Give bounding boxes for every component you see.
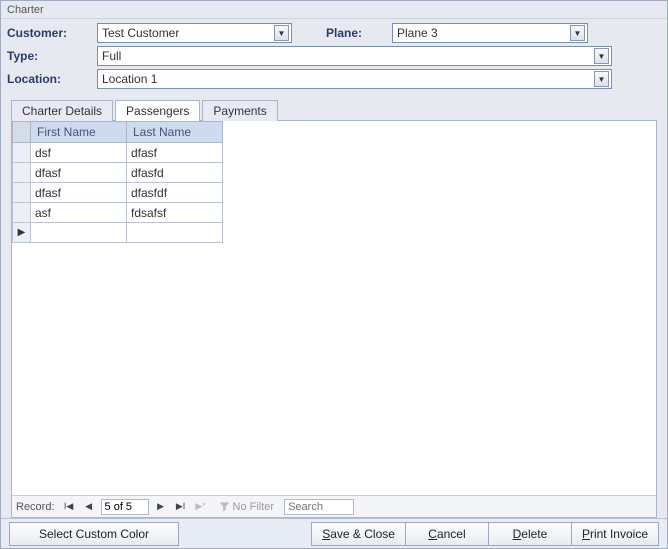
nav-first-icon[interactable]: I◀ [61, 499, 77, 515]
footer-bar: Select Custom Color Save & Close Cancel … [1, 518, 667, 548]
label-location: Location: [7, 72, 91, 86]
cell-last-name[interactable]: dfasfdf [127, 183, 223, 203]
form-header: Customer: Test Customer ▼ Plane: Plane 3… [1, 19, 667, 95]
table-row[interactable]: dfasf dfasfdf [13, 183, 223, 203]
new-record-row[interactable]: ▶ [13, 223, 223, 243]
row-selector-header[interactable] [13, 122, 31, 143]
dropdown-icon[interactable]: ▼ [274, 25, 289, 41]
print-invoice-button[interactable]: Print Invoice [571, 522, 659, 546]
table-row[interactable]: asf fdsafsf [13, 203, 223, 223]
plane-value: Plane 3 [397, 26, 438, 40]
type-value: Full [102, 49, 121, 63]
tab-payments[interactable]: Payments [202, 100, 277, 121]
nav-next-icon[interactable]: ▶ [153, 499, 169, 515]
current-record-icon[interactable]: ▶ [13, 223, 31, 243]
save-close-button[interactable]: Save & Close [311, 522, 406, 546]
col-last-name[interactable]: Last Name [127, 122, 223, 143]
cell-first-name[interactable]: dfasf [31, 163, 127, 183]
passengers-grid[interactable]: First Name Last Name dsf dfasf dfasf [12, 121, 656, 495]
location-combo[interactable]: Location 1 ▼ [97, 69, 612, 89]
tab-passengers[interactable]: Passengers [115, 100, 200, 121]
filter-text: No Filter [233, 501, 275, 513]
plane-combo[interactable]: Plane 3 ▼ [392, 23, 588, 43]
delete-button[interactable]: Delete [488, 522, 572, 546]
table-row[interactable]: dsf dfasf [13, 143, 223, 163]
type-combo[interactable]: Full ▼ [97, 46, 612, 66]
location-value: Location 1 [102, 72, 157, 86]
passengers-subform: First Name Last Name dsf dfasf dfasf [11, 120, 657, 518]
cell-last-name[interactable] [127, 223, 223, 243]
tab-strip: Charter Details Passengers Payments [11, 100, 657, 121]
row-selector[interactable] [13, 203, 31, 223]
row-selector[interactable] [13, 163, 31, 183]
nav-last-icon[interactable]: ▶I [173, 499, 189, 515]
cell-last-name[interactable]: fdsafsf [127, 203, 223, 223]
cancel-button[interactable]: Cancel [405, 522, 489, 546]
cell-first-name[interactable]: dsf [31, 143, 127, 163]
charter-window: Charter Customer: Test Customer ▼ Plane:… [0, 0, 668, 549]
record-label: Record: [16, 501, 55, 513]
customer-combo[interactable]: Test Customer ▼ [97, 23, 292, 43]
cell-last-name[interactable]: dfasfd [127, 163, 223, 183]
search-input[interactable] [284, 499, 354, 515]
filter-indicator[interactable]: No Filter [219, 501, 275, 513]
window-title: Charter [1, 1, 667, 19]
cell-first-name[interactable] [31, 223, 127, 243]
cell-first-name[interactable]: dfasf [31, 183, 127, 203]
cell-first-name[interactable]: asf [31, 203, 127, 223]
nav-new-icon[interactable]: ▶* [193, 499, 209, 515]
nav-prev-icon[interactable]: ◀ [81, 499, 97, 515]
label-plane: Plane: [326, 26, 386, 40]
tab-charter-details[interactable]: Charter Details [11, 100, 113, 121]
dropdown-icon[interactable]: ▼ [594, 71, 609, 87]
dropdown-icon[interactable]: ▼ [594, 48, 609, 64]
tab-container: Charter Details Passengers Payments Firs… [1, 95, 667, 518]
customer-value: Test Customer [102, 26, 179, 40]
table-row[interactable]: dfasf dfasfd [13, 163, 223, 183]
label-type: Type: [7, 49, 91, 63]
row-selector[interactable] [13, 143, 31, 163]
record-position[interactable] [101, 499, 149, 515]
dropdown-icon[interactable]: ▼ [570, 25, 585, 41]
record-navigator: Record: I◀ ◀ ▶ ▶I ▶* No Filter [12, 495, 656, 517]
label-customer: Customer: [7, 26, 91, 40]
select-color-button[interactable]: Select Custom Color [9, 522, 179, 546]
col-first-name[interactable]: First Name [31, 122, 127, 143]
row-selector[interactable] [13, 183, 31, 203]
cell-last-name[interactable]: dfasf [127, 143, 223, 163]
filter-icon [219, 501, 230, 512]
